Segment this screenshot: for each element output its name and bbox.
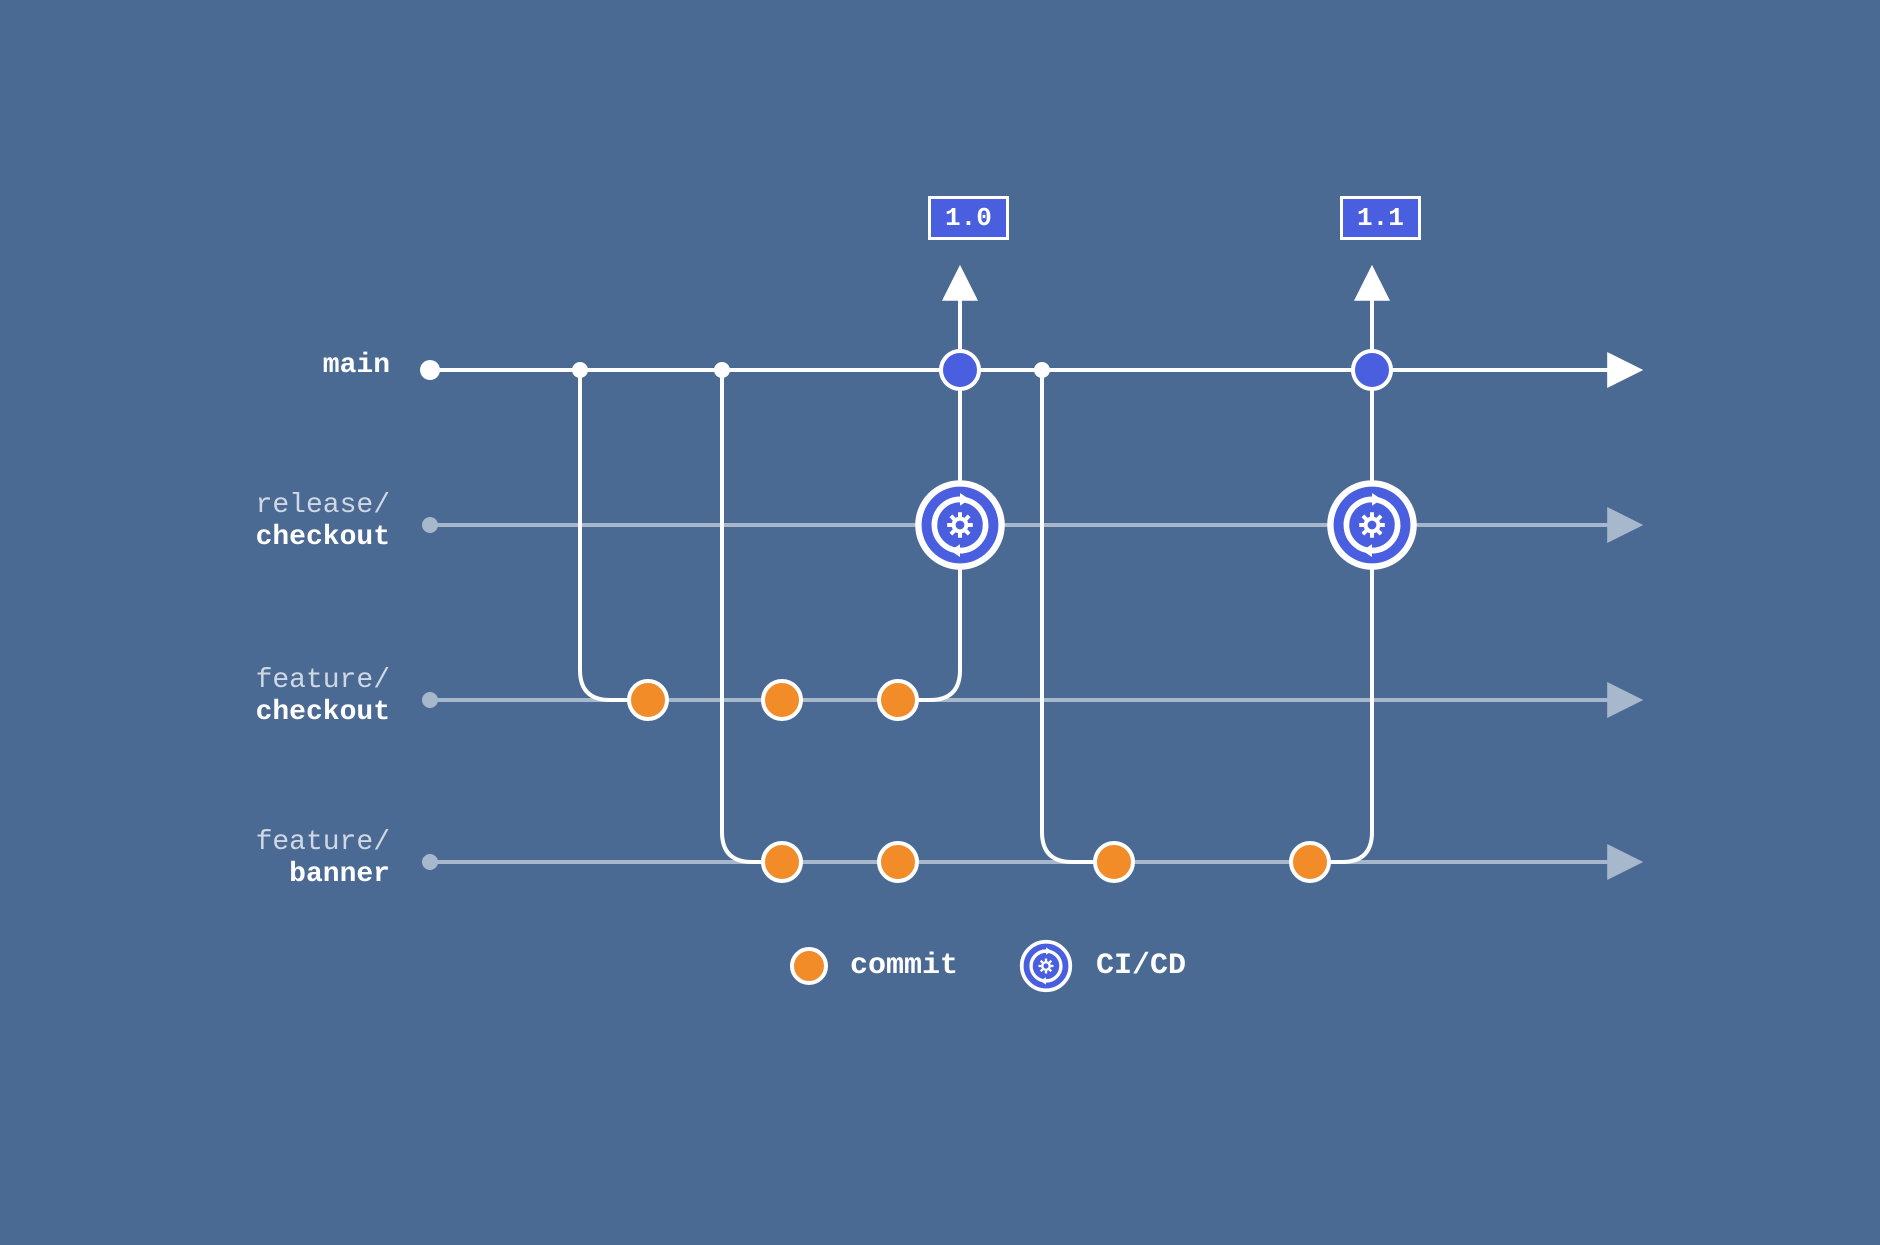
tag-label: 1.0 (945, 203, 992, 233)
branch-name: banner (289, 859, 390, 890)
branch-point (572, 362, 588, 378)
cicd-icon (1018, 938, 1074, 994)
branch-name: checkout (256, 522, 390, 553)
cicd-icon (918, 483, 1001, 566)
cicd-icon (1330, 483, 1413, 566)
commit-dot (763, 843, 801, 881)
commit-dot (763, 681, 801, 719)
branch-prefix: release/ (256, 490, 390, 521)
legend-item-commit: commit (790, 947, 958, 985)
branch-label-feature-checkout: feature/ checkout (110, 665, 390, 729)
commit-dot (1095, 843, 1133, 881)
tag-11: 1.1 (1340, 196, 1421, 240)
commit-dot (629, 681, 667, 719)
legend: commit CI/CD (790, 938, 1186, 994)
tag-label: 1.1 (1357, 203, 1404, 233)
commit-icon (790, 947, 828, 985)
branch-name: checkout (256, 697, 390, 728)
branch-label-main: main (110, 350, 390, 382)
lane-release (422, 517, 1636, 533)
lane-main (420, 360, 1636, 380)
merge-dot (941, 351, 979, 389)
legend-item-cicd: CI/CD (1018, 938, 1186, 994)
commit-dot (1291, 843, 1329, 881)
branch-label-release: release/ checkout (110, 490, 390, 554)
legend-label: CI/CD (1096, 949, 1186, 983)
tag-10: 1.0 (928, 196, 1009, 240)
lane-feature-banner (422, 854, 1636, 870)
merge-dot (1353, 351, 1391, 389)
branch-point (1034, 362, 1050, 378)
branch-main-to-feature-banner-2 (1042, 370, 1120, 862)
commit-dot (879, 681, 917, 719)
branch-prefix: feature/ (256, 665, 390, 696)
branch-label-feature-banner: feature/ banner (110, 827, 390, 891)
branch-main-to-feature-checkout (580, 370, 660, 700)
branch-point (714, 362, 730, 378)
branch-name: main (323, 350, 390, 381)
branch-prefix: feature/ (256, 827, 390, 858)
legend-label: commit (850, 949, 958, 983)
commit-dot (879, 843, 917, 881)
merge-feature-banner-to-main (1310, 370, 1372, 862)
diagram-svg (0, 0, 1880, 1240)
branch-main-to-feature-banner (722, 370, 790, 862)
git-branching-diagram: main release/ checkout feature/ checkout… (0, 0, 1880, 1240)
